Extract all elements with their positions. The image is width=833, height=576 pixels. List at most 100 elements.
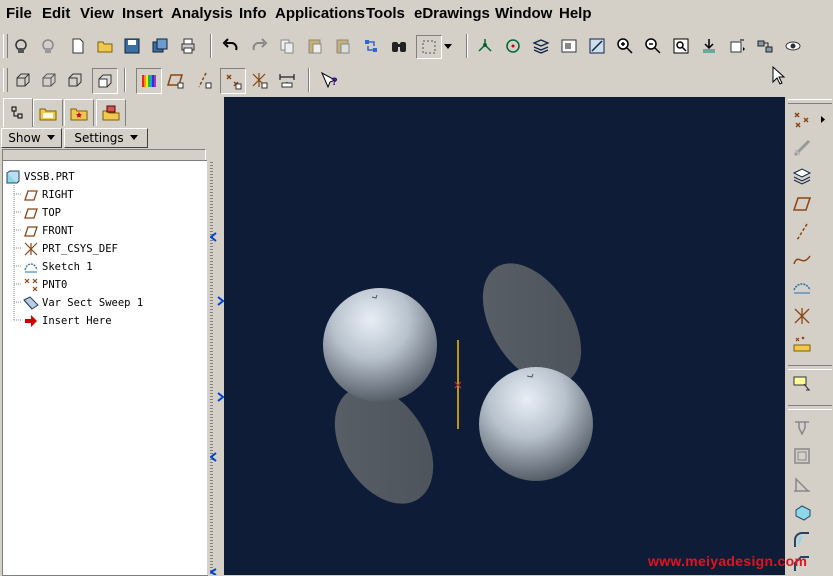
- redo-icon[interactable]: [248, 35, 270, 57]
- refit-icon[interactable]: [670, 35, 692, 57]
- show-dropdown[interactable]: Show: [1, 128, 62, 148]
- chevron-down-icon[interactable]: [442, 35, 454, 57]
- menu-edrawings[interactable]: eDrawings: [414, 5, 490, 22]
- menu-file[interactable]: File: [6, 5, 32, 22]
- round-tool-icon[interactable]: [791, 529, 813, 551]
- menu-applications[interactable]: Applications: [275, 5, 365, 22]
- menu-info[interactable]: Info: [239, 5, 267, 22]
- collapse-left-icon[interactable]: [210, 232, 218, 242]
- datum-axis-tool-icon[interactable]: [791, 221, 813, 243]
- datum-plane-tool-icon[interactable]: [791, 193, 813, 215]
- graphics-viewport[interactable]: [224, 97, 785, 575]
- tab-favorites[interactable]: [64, 99, 94, 126]
- shading-icon[interactable]: [92, 68, 118, 94]
- menu-insert[interactable]: Insert: [122, 5, 163, 22]
- new-file-icon[interactable]: [67, 35, 89, 57]
- copy-icon[interactable]: [276, 35, 298, 57]
- no-hidden-icon[interactable]: [64, 69, 86, 91]
- csys-toggle-icon[interactable]: [248, 69, 270, 91]
- menu-edit[interactable]: Edit: [42, 5, 70, 22]
- tree-item-insert-here[interactable]: Insert Here: [23, 312, 112, 330]
- rib-tool-icon[interactable]: [791, 473, 813, 495]
- tree-item-label: TOP: [42, 207, 61, 219]
- sphere-left[interactable]: [323, 288, 437, 402]
- datum-display-icon[interactable]: [474, 35, 496, 57]
- zoom-out-icon[interactable]: [642, 35, 664, 57]
- save-icon[interactable]: [121, 35, 143, 57]
- context-help-icon[interactable]: ?: [318, 69, 340, 91]
- menu-view[interactable]: View: [80, 5, 114, 22]
- annotation-feature-icon[interactable]: [791, 373, 813, 395]
- tree-item-point[interactable]: PNT0: [23, 276, 67, 294]
- layer-tree-icon[interactable]: [754, 35, 776, 57]
- tree-item-front[interactable]: FRONT: [23, 222, 74, 240]
- orient-icon[interactable]: [698, 35, 720, 57]
- tree-item-sketch[interactable]: Sketch 1: [23, 258, 93, 276]
- regenerate-icon[interactable]: [360, 35, 382, 57]
- appearance-eye-icon[interactable]: [782, 35, 804, 57]
- layers-icon[interactable]: [530, 35, 552, 57]
- datum-point-icon: [23, 277, 39, 293]
- repaint-icon[interactable]: [586, 35, 608, 57]
- view-manager-icon[interactable]: [558, 35, 580, 57]
- hidden-line-icon[interactable]: [38, 69, 60, 91]
- tree-item-part[interactable]: VSSB.PRT: [5, 168, 75, 186]
- hole-tool-icon[interactable]: [791, 417, 813, 439]
- toolbar-grip[interactable]: [3, 34, 8, 58]
- print-icon[interactable]: [177, 35, 199, 57]
- expand-right-icon[interactable]: [216, 296, 224, 306]
- selection-box-icon[interactable]: [416, 35, 442, 59]
- wireframe-icon[interactable]: [12, 69, 34, 91]
- settings-dropdown[interactable]: Settings: [64, 128, 148, 148]
- toolbar-grip[interactable]: [3, 68, 8, 92]
- session-disconnect-icon[interactable]: [37, 35, 59, 57]
- layer-stack-icon[interactable]: [791, 165, 813, 187]
- open-folder-icon[interactable]: [94, 35, 116, 57]
- sketch-tool-icon[interactable]: [791, 277, 813, 299]
- undo-icon[interactable]: [220, 35, 242, 57]
- datum-planes-toggle-icon[interactable]: [164, 69, 186, 91]
- flyout-arrow-icon[interactable]: [820, 115, 826, 124]
- datum-points-toggle-icon[interactable]: [220, 68, 246, 94]
- save-copy-icon[interactable]: [149, 35, 171, 57]
- menu-analysis[interactable]: Analysis: [171, 5, 233, 22]
- collapse-left-icon[interactable]: [210, 452, 218, 462]
- tree-item-sweep[interactable]: Var Sect Sweep 1: [23, 294, 143, 312]
- toolbar-grip[interactable]: [788, 99, 832, 104]
- connections-icon: [102, 105, 120, 121]
- datum-point-tool-icon[interactable]: [791, 109, 813, 131]
- session-connect-icon[interactable]: [10, 35, 32, 57]
- tab-model-tree[interactable]: [3, 98, 33, 127]
- collapse-left-icon[interactable]: [210, 568, 218, 575]
- spin-center-icon[interactable]: [502, 35, 524, 57]
- find-binoculars-icon[interactable]: [388, 35, 410, 57]
- datum-axes-toggle-icon[interactable]: [192, 69, 214, 91]
- annotation-toggle-icon[interactable]: [276, 69, 298, 91]
- shell-tool-icon[interactable]: [791, 445, 813, 467]
- analysis-feature-icon[interactable]: [791, 333, 813, 355]
- model-tree-icon: [11, 106, 23, 119]
- menu-window[interactable]: Window: [495, 5, 552, 22]
- tab-folder-browser[interactable]: [33, 99, 63, 126]
- datum-curve-tool-icon[interactable]: [791, 249, 813, 271]
- sphere-right[interactable]: [479, 367, 593, 481]
- tree-item-top[interactable]: TOP: [23, 204, 61, 222]
- tree-item-label: FRONT: [42, 225, 74, 237]
- sketch-tool-disabled-icon[interactable]: [791, 137, 813, 159]
- tab-connections[interactable]: [96, 99, 126, 126]
- panel-splitter[interactable]: [207, 160, 224, 575]
- paste-special-icon[interactable]: [332, 35, 354, 57]
- datum-plane-icon: [23, 187, 39, 203]
- draft-tool-icon[interactable]: [791, 501, 813, 523]
- tree-item-csys[interactable]: PRT_CSYS_DEF: [23, 240, 118, 258]
- csys-tool-icon[interactable]: [791, 305, 813, 327]
- menu-help[interactable]: Help: [559, 5, 592, 22]
- expand-right-icon[interactable]: [216, 392, 224, 402]
- tree-item-right[interactable]: RIGHT: [23, 186, 74, 204]
- paste-icon[interactable]: [304, 35, 326, 57]
- zoom-in-icon[interactable]: [614, 35, 636, 57]
- color-appearance-icon[interactable]: [136, 68, 162, 94]
- menu-tools[interactable]: Tools: [366, 5, 405, 22]
- csys-icon: [23, 241, 39, 257]
- saved-views-icon[interactable]: [726, 35, 748, 57]
